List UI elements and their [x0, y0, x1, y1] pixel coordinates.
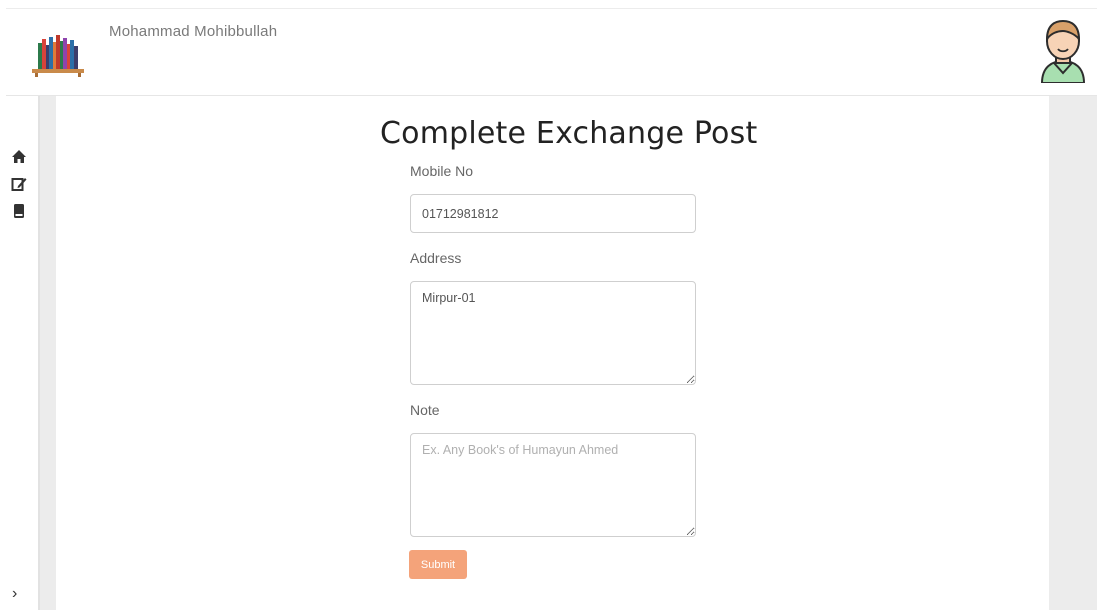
- app-header: Mohammad Mohibbullah: [6, 8, 1097, 96]
- page-title: Complete Exchange Post: [380, 116, 758, 151]
- left-gutter: [40, 96, 56, 610]
- home-icon[interactable]: [11, 149, 27, 165]
- sidebar-expand-toggle[interactable]: ›: [12, 584, 26, 604]
- address-label: Address: [410, 250, 462, 266]
- mobile-label: Mobile No: [410, 163, 474, 179]
- user-name: Mohammad Mohibbullah: [109, 23, 278, 40]
- sidebar: [0, 96, 40, 610]
- mobile-input[interactable]: [410, 194, 696, 233]
- address-textarea[interactable]: Mirpur-01: [410, 281, 696, 385]
- note-textarea[interactable]: [410, 433, 696, 537]
- right-gutter: [1049, 96, 1097, 610]
- bookshelf-logo-icon[interactable]: [29, 29, 87, 77]
- submit-button[interactable]: Submit: [409, 550, 467, 579]
- user-avatar-icon[interactable]: [1036, 19, 1090, 83]
- book-icon[interactable]: [11, 203, 27, 219]
- note-label: Note: [410, 402, 440, 418]
- edit-icon[interactable]: [11, 176, 27, 192]
